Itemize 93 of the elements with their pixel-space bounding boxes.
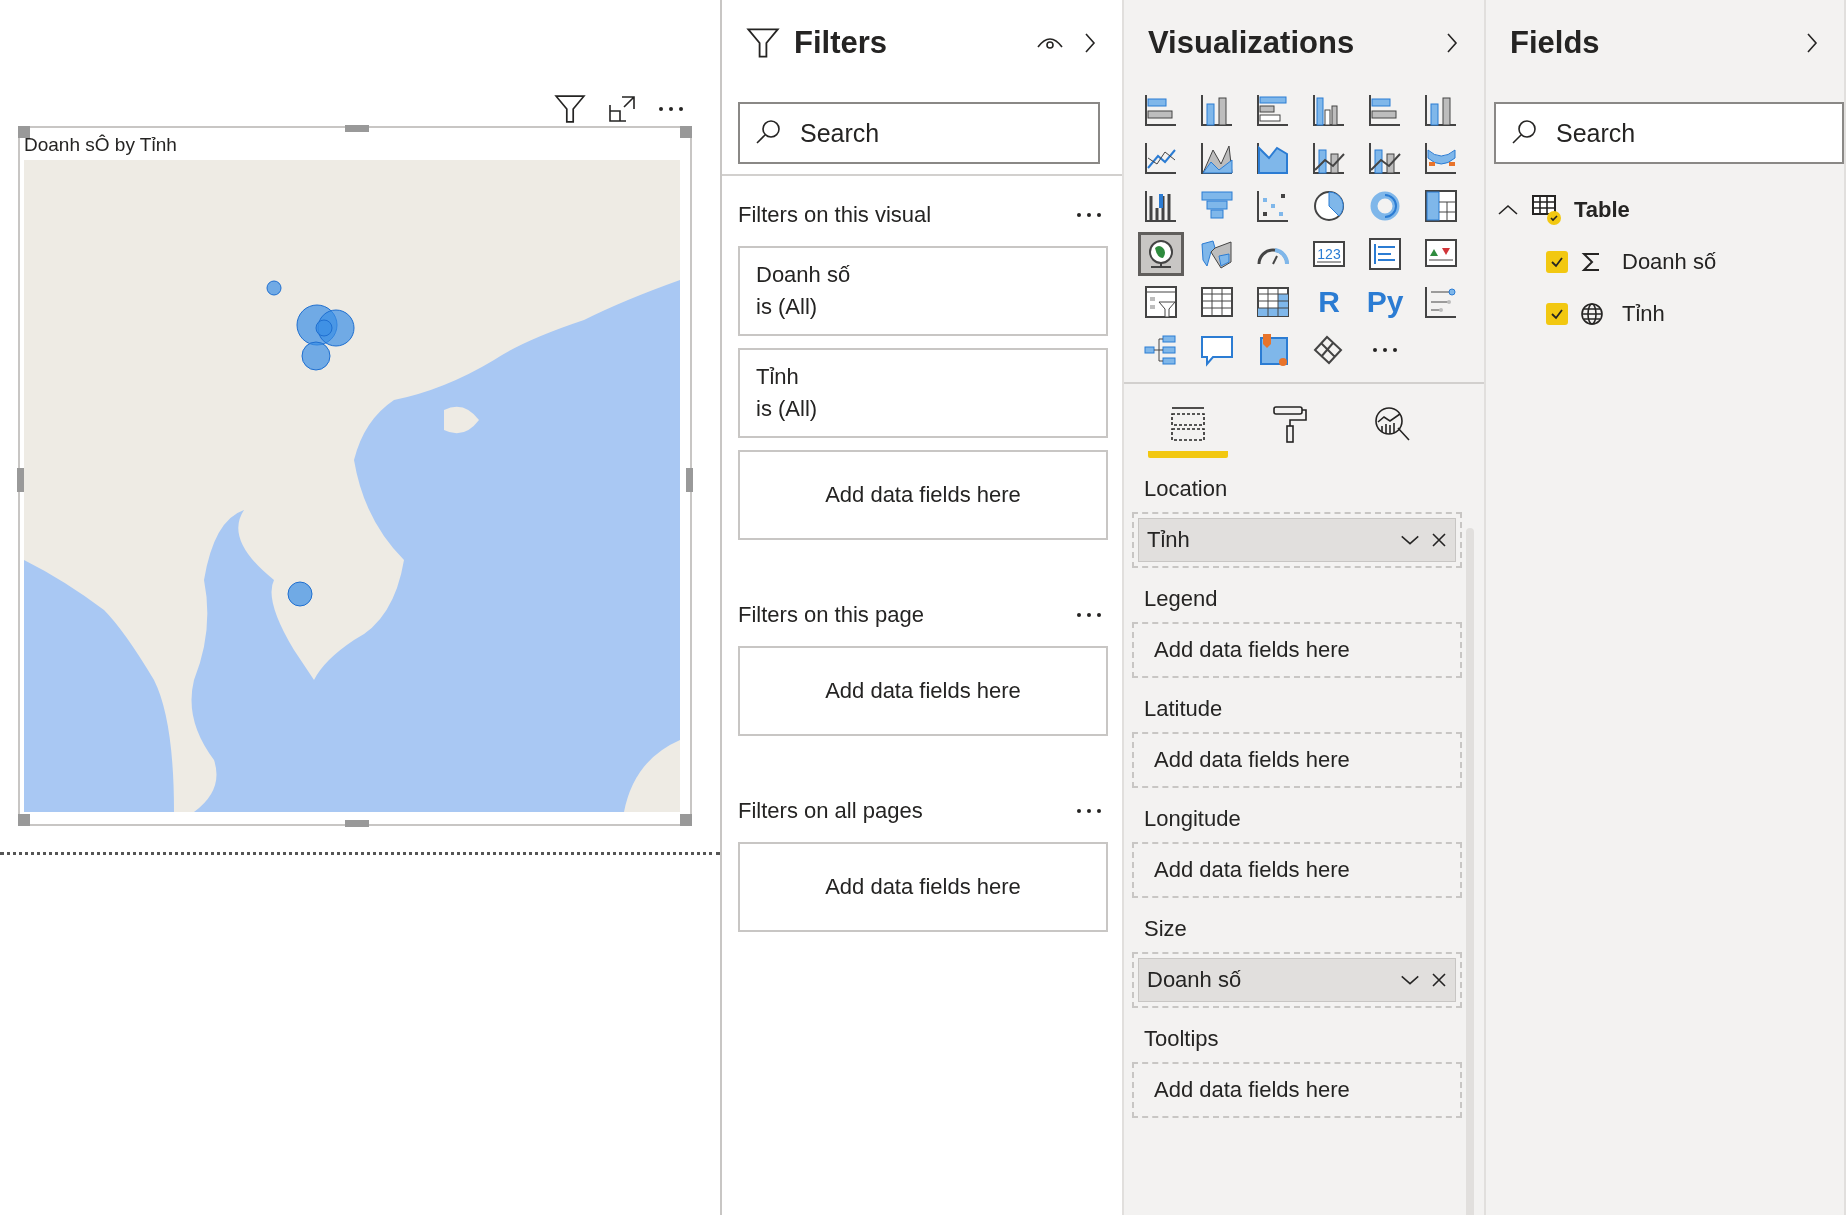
drop-zone-text: Add data fields here — [825, 678, 1021, 704]
scatter-chart-icon — [1255, 188, 1291, 224]
well-label: Size — [1143, 915, 1188, 943]
tree-diagram-icon — [1143, 332, 1179, 368]
bar-chart-icon — [1367, 92, 1403, 128]
paint-roller-icon — [1270, 403, 1310, 444]
focus-mode-icon[interactable] — [608, 95, 636, 123]
visual-type-button[interactable]: R — [1306, 280, 1352, 324]
more-icon — [1076, 211, 1102, 219]
filter-condition: is (All) — [756, 294, 818, 320]
section-title: Filters on this page — [738, 602, 924, 628]
filter-icon — [554, 93, 586, 125]
table-icon — [1532, 194, 1562, 226]
search-field[interactable]: Search — [1494, 102, 1844, 164]
more-icon — [1372, 346, 1398, 354]
table-name[interactable]: Table — [1574, 197, 1630, 223]
close-icon[interactable] — [1431, 972, 1447, 988]
filter-card[interactable]: Tỉnh is (All) — [738, 348, 1108, 438]
combo-chart-icon — [1367, 140, 1403, 176]
close-icon[interactable] — [1431, 532, 1447, 548]
field-name[interactable]: Tỉnh — [1622, 301, 1665, 327]
list-card-icon — [1367, 236, 1403, 272]
slicer-icon — [1143, 284, 1179, 320]
card-number: 123 — [1317, 246, 1341, 262]
field-well[interactable]: Add data fields here — [1132, 622, 1462, 678]
ribbon-chart-icon — [1423, 140, 1459, 176]
drop-zone[interactable]: Add data fields here — [738, 646, 1108, 736]
field-well[interactable]: Add data fields here — [1132, 842, 1462, 898]
bar-chart-icon — [1311, 92, 1347, 128]
resize-handle[interactable] — [686, 468, 693, 492]
field-chip[interactable]: Tỉnh — [1138, 518, 1456, 562]
well-label: Tooltips — [1143, 1025, 1220, 1053]
matrix-icon — [1255, 284, 1291, 320]
well-label: Latitude — [1143, 695, 1224, 723]
visual-type-button[interactable]: 123 — [1306, 232, 1352, 276]
pane-title: Filters — [794, 25, 889, 61]
area-chart-icon — [1255, 140, 1291, 176]
filter-condition: is (All) — [756, 396, 818, 422]
search-icon — [1510, 118, 1538, 146]
more-icon — [1076, 611, 1102, 619]
area-chart-icon — [1199, 140, 1235, 176]
visual-type-button[interactable]: Py — [1362, 280, 1408, 324]
drop-zone-text: Add data fields here — [825, 874, 1021, 900]
resize-handle[interactable] — [680, 126, 692, 138]
filter-card[interactable]: Doanh số is (All) — [738, 246, 1108, 336]
check-icon — [1550, 256, 1564, 268]
line-chart-icon — [1143, 140, 1179, 176]
field-name[interactable]: Doanh số — [1622, 249, 1717, 275]
check-icon — [1550, 308, 1564, 320]
pie-chart-icon — [1311, 188, 1347, 224]
resize-handle[interactable] — [18, 126, 30, 138]
more-icon — [1076, 807, 1102, 815]
influencers-icon — [1423, 284, 1459, 320]
map-visual[interactable]: Doanh sÔ by Tỉnh — [18, 126, 692, 826]
field-well[interactable]: Add data fields here — [1132, 1062, 1462, 1118]
waterfall-chart-icon — [1143, 188, 1179, 224]
pane-title: Visualizations — [1148, 25, 1356, 61]
well-label: Legend — [1143, 585, 1219, 613]
field-well[interactable]: Doanh số — [1132, 952, 1462, 1008]
filter-field: Doanh số — [756, 262, 851, 288]
field-chip[interactable]: Doanh số — [1138, 958, 1456, 1002]
visual-type-button[interactable] — [1138, 232, 1184, 276]
section-title: Filters on all pages — [738, 798, 923, 824]
filter-field: Tỉnh — [756, 364, 799, 390]
bar-chart-icon — [1199, 92, 1235, 128]
field-well[interactable]: Add data fields here — [1132, 732, 1462, 788]
table-icon — [1199, 284, 1235, 320]
more-icon — [658, 105, 684, 113]
field-checkbox[interactable] — [1546, 251, 1568, 273]
section-title: Filters on this visual — [738, 202, 932, 228]
drop-zone[interactable]: Add data fields here — [738, 842, 1108, 932]
treemap-icon — [1423, 188, 1459, 224]
search-field[interactable]: Search — [738, 102, 1100, 164]
bar-chart-icon — [1143, 92, 1179, 128]
well-label: Longitude — [1143, 805, 1242, 833]
pane-title: Fields — [1510, 25, 1601, 61]
search-icon — [754, 118, 782, 146]
bar-chart-icon — [1423, 92, 1459, 128]
resize-handle[interactable] — [17, 468, 24, 492]
bar-chart-icon — [1255, 92, 1291, 128]
well-label: Location — [1143, 475, 1229, 503]
resize-handle[interactable] — [345, 125, 369, 132]
resize-handle[interactable] — [345, 820, 369, 827]
resize-handle[interactable] — [680, 814, 692, 826]
drop-zone-text: Add data fields here — [825, 482, 1021, 508]
drop-zone[interactable]: Add data fields here — [738, 450, 1108, 540]
field-checkbox[interactable] — [1546, 303, 1568, 325]
filter-icon — [746, 26, 780, 60]
visual-title: Doanh sÔ by Tỉnh — [24, 133, 177, 157]
combo-chart-icon — [1311, 140, 1347, 176]
globe-icon — [1580, 302, 1604, 326]
resize-handle[interactable] — [18, 814, 30, 826]
field-well[interactable]: Tỉnh — [1132, 512, 1462, 568]
